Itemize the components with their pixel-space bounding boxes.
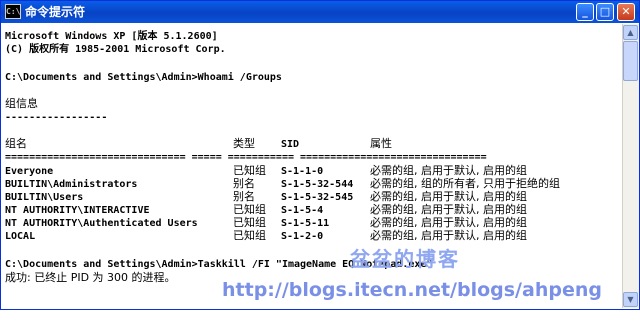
window-title: 命令提示符 [25,5,86,19]
scroll-down-arrow-icon[interactable]: ▼ [623,292,638,307]
column-header-name: 组名 [5,137,27,150]
table-row-sid: S-1-2-0 [281,231,324,242]
group-info-underline: ----------------- [5,112,108,123]
column-header-attr: 属性 [370,137,392,150]
table-row-name: Everyone [5,166,54,177]
table-row-name: BUILTIN\Users [5,192,84,203]
table-row-sid: S-1-5-32-544 [281,179,354,190]
table-row-name: NT AUTHORITY\INTERACTIVE [5,205,150,216]
minimize-button[interactable]: _ [576,3,594,21]
table-row-sid: S-1-5-11 [281,218,330,229]
column-header-type: 类型 [233,137,255,150]
maximize-button[interactable]: □ [596,3,614,21]
table-row-sid: S-1-5-32-545 [281,192,354,203]
table-row-name: BUILTIN\Administrators [5,179,138,190]
command-line-whoami: C:\Documents and Settings\Admin>Whoami /… [5,72,282,83]
title-bar[interactable]: C:\ 命令提示符 _ □ ✕ [1,1,639,23]
table-separator: ============================== ===== ===… [5,152,487,163]
table-row-attr: 必需的组, 启用于默认, 启用的组 [370,203,527,216]
command-prompt-window: C:\ 命令提示符 _ □ ✕ Microsoft Windows XP [版本… [0,0,640,310]
table-row-sid: S-1-1-0 [281,166,324,177]
table-row-type: 已知组 [233,164,266,177]
table-row-name: NT AUTHORITY\Authenticated Users [5,218,198,229]
scroll-up-arrow-icon[interactable]: ▲ [623,25,638,40]
watermark-url: http://blogs.itecn.net/blogs/ahpeng [222,279,602,301]
table-row-attr: 必需的组, 组的所有者, 只用于拒绝的组 [370,177,560,190]
table-row-type: 别名 [233,190,255,203]
vertical-scrollbar[interactable]: ▲ ▼ [622,24,639,308]
version-line: Microsoft Windows XP [版本 5.1.2600] [5,31,218,42]
table-row-type: 已知组 [233,216,266,229]
table-row-type: 别名 [233,177,255,190]
table-row-attr: 必需的组, 启用于默认, 启用的组 [370,164,527,177]
table-row-attr: 必需的组, 启用于默认, 启用的组 [370,229,527,242]
cmd-icon[interactable]: C:\ [5,4,21,19]
close-button[interactable]: ✕ [617,3,635,21]
watermark-blog-name: 盆盆的博客 [350,247,460,271]
table-row-attr: 必需的组, 启用于默认, 启用的组 [370,216,527,229]
table-row-name: LOCAL [5,231,36,242]
column-header-sid: SID [281,139,300,150]
group-info-heading: 组信息 [5,97,38,110]
table-row-attr: 必需的组, 启用于默认, 启用的组 [370,190,527,203]
copyright-line: (C) 版权所有 1985-2001 Microsoft Corp. [5,44,226,55]
table-row-type: 已知组 [233,229,266,242]
table-row-sid: S-1-5-4 [281,205,324,216]
console-output[interactable]: Microsoft Windows XP [版本 5.1.2600] (C) 版… [2,24,622,308]
taskkill-result: 成功: 已终止 PID 为 300 的进程。 [5,271,176,284]
table-row-type: 已知组 [233,203,266,216]
scrollbar-thumb[interactable] [623,41,638,81]
